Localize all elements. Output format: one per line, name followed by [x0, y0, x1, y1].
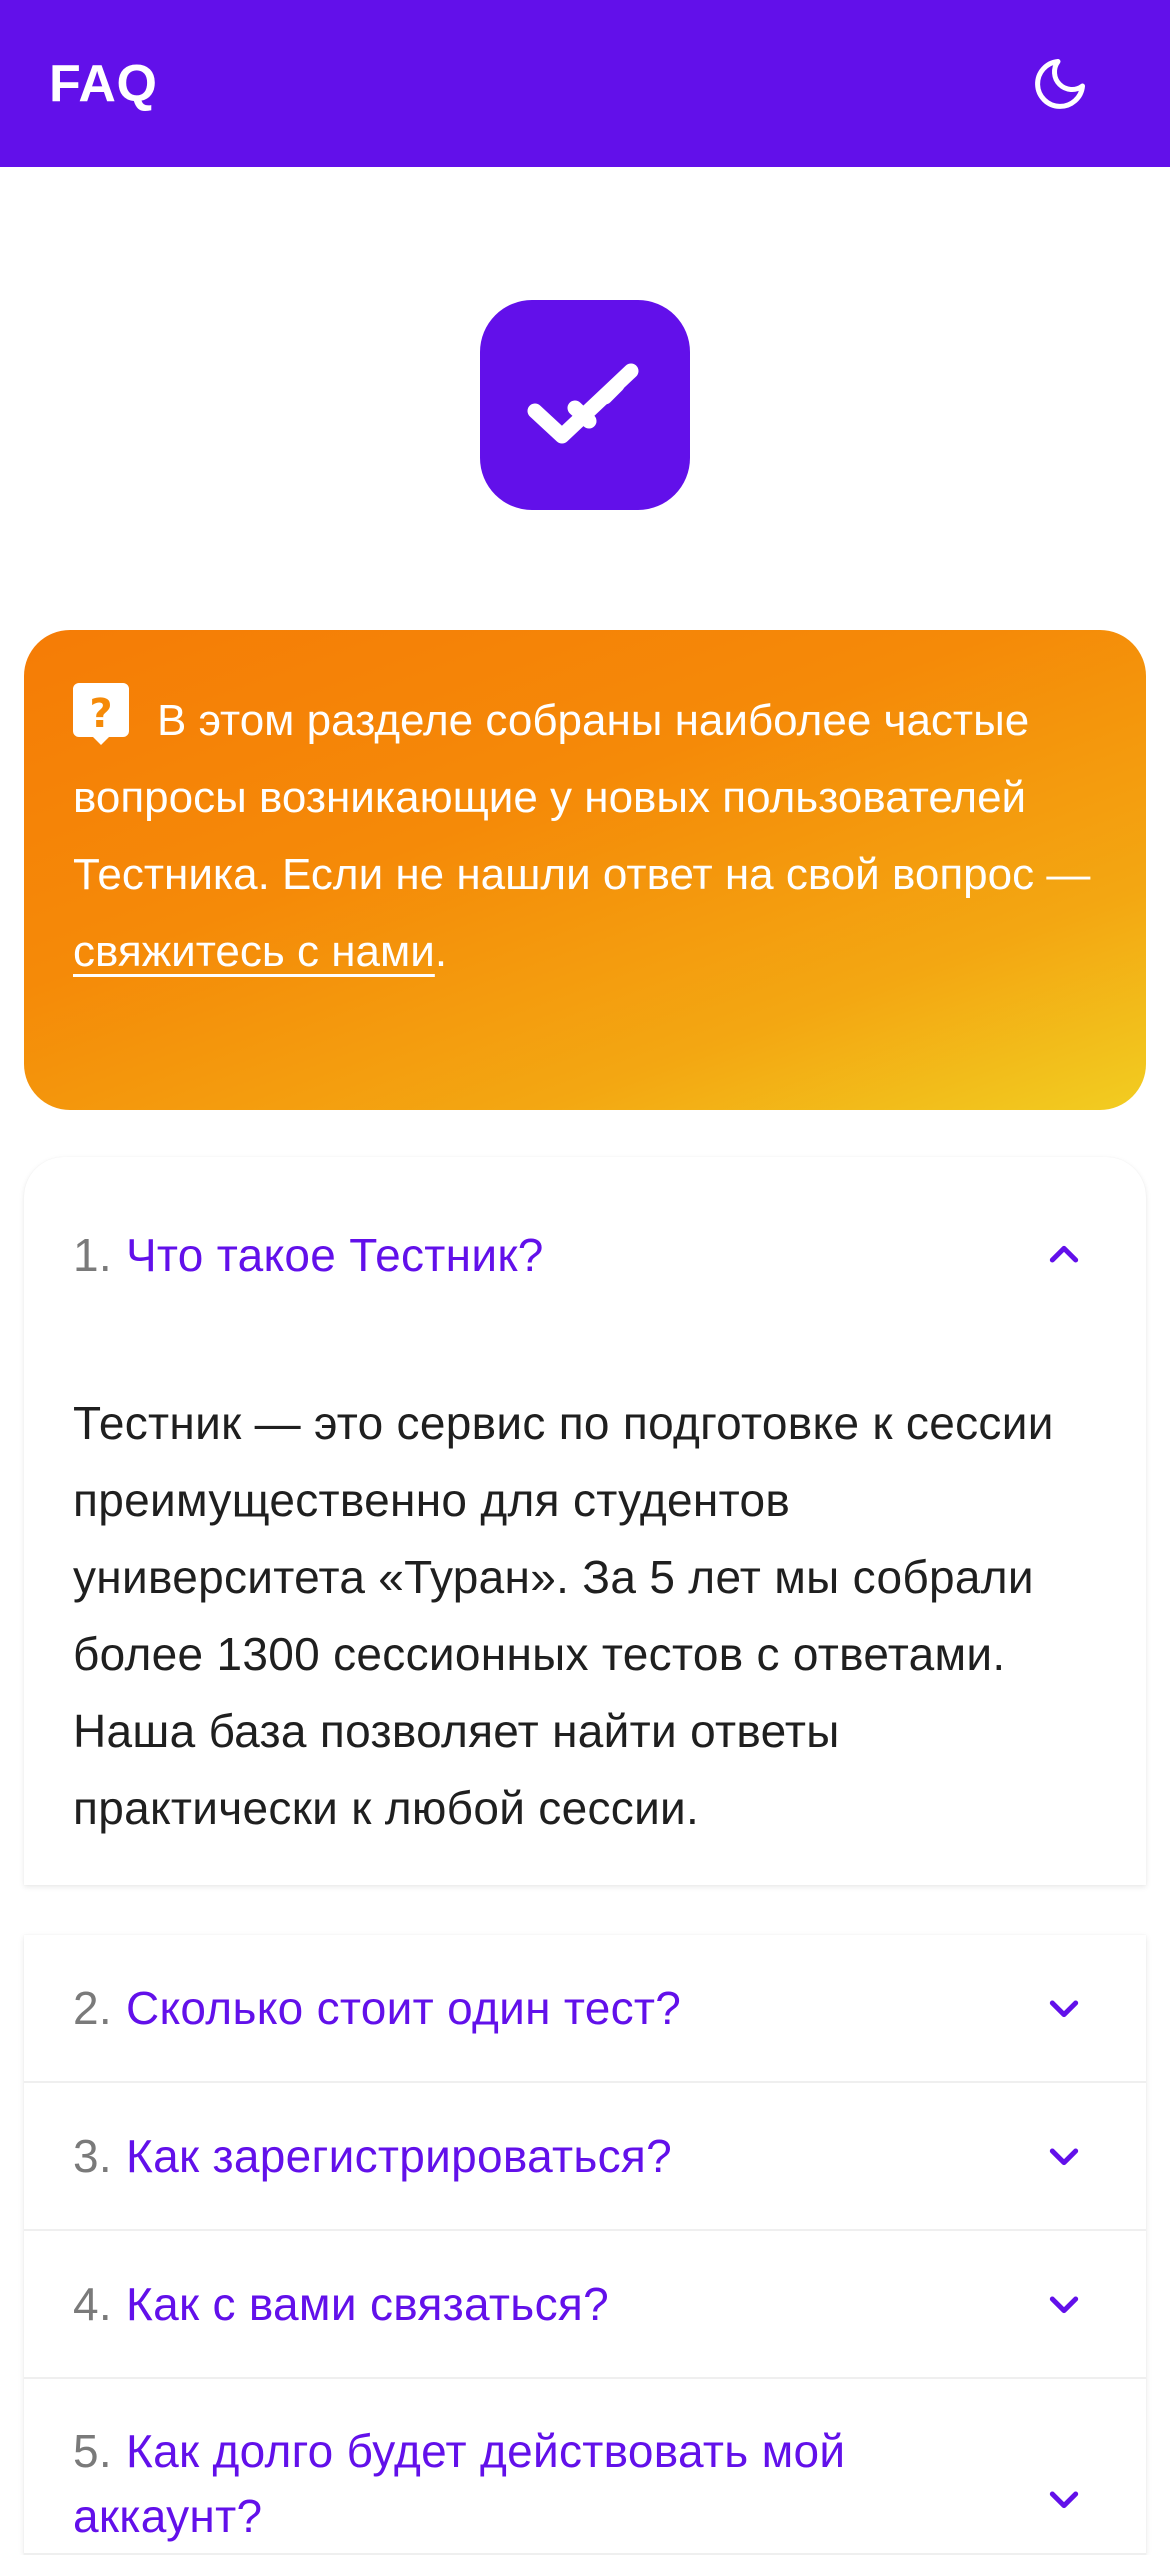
- faq-question-text: Как долго будет действовать мой аккаунт?: [73, 2425, 846, 2542]
- faq-item-1: 1. Что такое Тестник? Тестник — это серви…: [24, 1157, 1146, 1885]
- chevron-down-icon: [1049, 2000, 1079, 2018]
- contact-us-link[interactable]: свяжитесь с нами: [73, 927, 435, 976]
- faq-answer-1: Тестник — это сервис по подготовке к сес…: [73, 1397, 1054, 1834]
- chevron-down-icon: [1049, 2491, 1079, 2509]
- chevron-down-icon: [1049, 2296, 1079, 2314]
- faq-number: 3.: [73, 2130, 112, 2182]
- faq-number: 2.: [73, 1982, 112, 2034]
- moon-icon: [1035, 58, 1085, 109]
- faq-number: 4.: [73, 2278, 112, 2330]
- faq-question-5[interactable]: 5. Как долго будет действовать мой аккаун…: [24, 2379, 1146, 2555]
- faq-number: 1.: [73, 1229, 112, 1281]
- faq-question-text: Как зарегистрироваться?: [125, 2130, 672, 2182]
- theme-toggle-button[interactable]: [1028, 52, 1092, 116]
- double-check-icon: [527, 363, 639, 444]
- app-header: FAQ: [0, 0, 1170, 167]
- question-bubble-icon: ?: [73, 683, 129, 745]
- faq-number: 5.: [73, 2425, 112, 2477]
- intro-trailing: .: [434, 927, 448, 976]
- faq-question-3[interactable]: 3. Как зарегистрироваться?: [24, 2083, 1146, 2231]
- faq-list: 2. Сколько стоит один тест? 3. Как зарегис…: [24, 1935, 1146, 2555]
- svg-text:?: ?: [89, 691, 112, 737]
- chevron-up-icon: [1049, 1245, 1079, 1263]
- faq-question-text: Что такое Тестник?: [125, 1229, 544, 1281]
- chevron-down-icon: [1049, 2148, 1079, 2166]
- page-title: FAQ: [49, 54, 158, 113]
- faq-question-text: Как с вами связаться?: [125, 2278, 609, 2330]
- faq-question-text: Сколько стоит один тест?: [125, 1982, 682, 2034]
- intro-banner: ? В этом разделе собраны наиболее частые…: [24, 630, 1146, 1110]
- faq-question-2[interactable]: 2. Сколько стоит один тест?: [24, 1935, 1146, 2083]
- faq-question-4[interactable]: 4. Как с вами связаться?: [24, 2231, 1146, 2379]
- app-logo: [480, 300, 690, 510]
- intro-text: В этом разделе собраны наиболее частые в…: [73, 696, 1091, 899]
- faq-question-1[interactable]: 1. Что такое Тестник?: [24, 1157, 1146, 1353]
